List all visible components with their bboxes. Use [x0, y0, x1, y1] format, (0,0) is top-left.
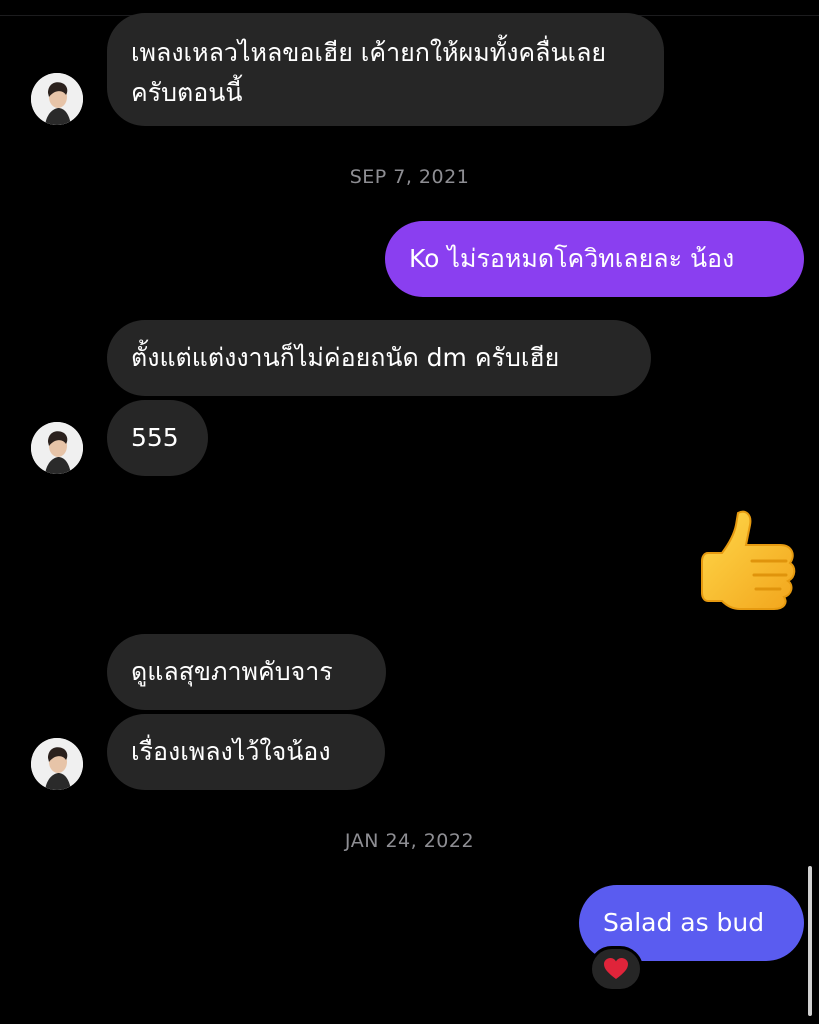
message-bubble-outgoing[interactable]: Ko ไม่รอหมดโควิทเลยละ น้อง — [385, 221, 804, 297]
message-bubble-incoming[interactable]: ตั้งแต่แต่งงานก็ไม่ค่อยถนัด dm ครับเฮีย — [107, 320, 651, 396]
heart-icon — [604, 958, 628, 979]
avatar-photo-icon — [31, 73, 83, 125]
reaction-badge[interactable] — [589, 946, 643, 992]
date-separator: SEP 7, 2021 — [349, 166, 470, 188]
message-text: ตั้งแต่แต่งงานก็ไม่ค่อยถนัด dm ครับเฮีย — [131, 343, 560, 372]
message-text: เรื่องเพลงไว้ใจน้อง — [131, 737, 331, 766]
avatar[interactable] — [31, 422, 83, 474]
message-text: เพลงเหลวไหลขอเฮีย เค้ายกให้ผมทั้งคลื่นเล… — [131, 38, 607, 107]
message-bubble-incoming[interactable]: ดูแลสุขภาพคับจาร — [107, 634, 386, 710]
message-bubble-incoming[interactable]: เพลงเหลวไหลขอเฮีย เค้ายกให้ผมทั้งคลื่นเล… — [107, 13, 664, 126]
scrollbar[interactable] — [808, 866, 812, 1016]
message-text: ดูแลสุขภาพคับจาร — [131, 657, 333, 686]
date-separator: JAN 24, 2022 — [344, 830, 475, 852]
avatar-photo-icon — [31, 738, 83, 790]
message-text: Salad as bud — [603, 908, 765, 937]
message-bubble-incoming[interactable]: 555 — [107, 400, 208, 476]
message-text: Ko ไม่รอหมดโควิทเลยละ น้อง — [409, 244, 735, 273]
message-bubble-incoming[interactable]: เรื่องเพลงไว้ใจน้อง — [107, 714, 385, 790]
avatar[interactable] — [31, 73, 83, 125]
avatar-photo-icon — [31, 422, 83, 474]
message-text: 555 — [131, 423, 179, 452]
avatar[interactable] — [31, 738, 83, 790]
thumbs-up-icon[interactable] — [700, 505, 800, 610]
